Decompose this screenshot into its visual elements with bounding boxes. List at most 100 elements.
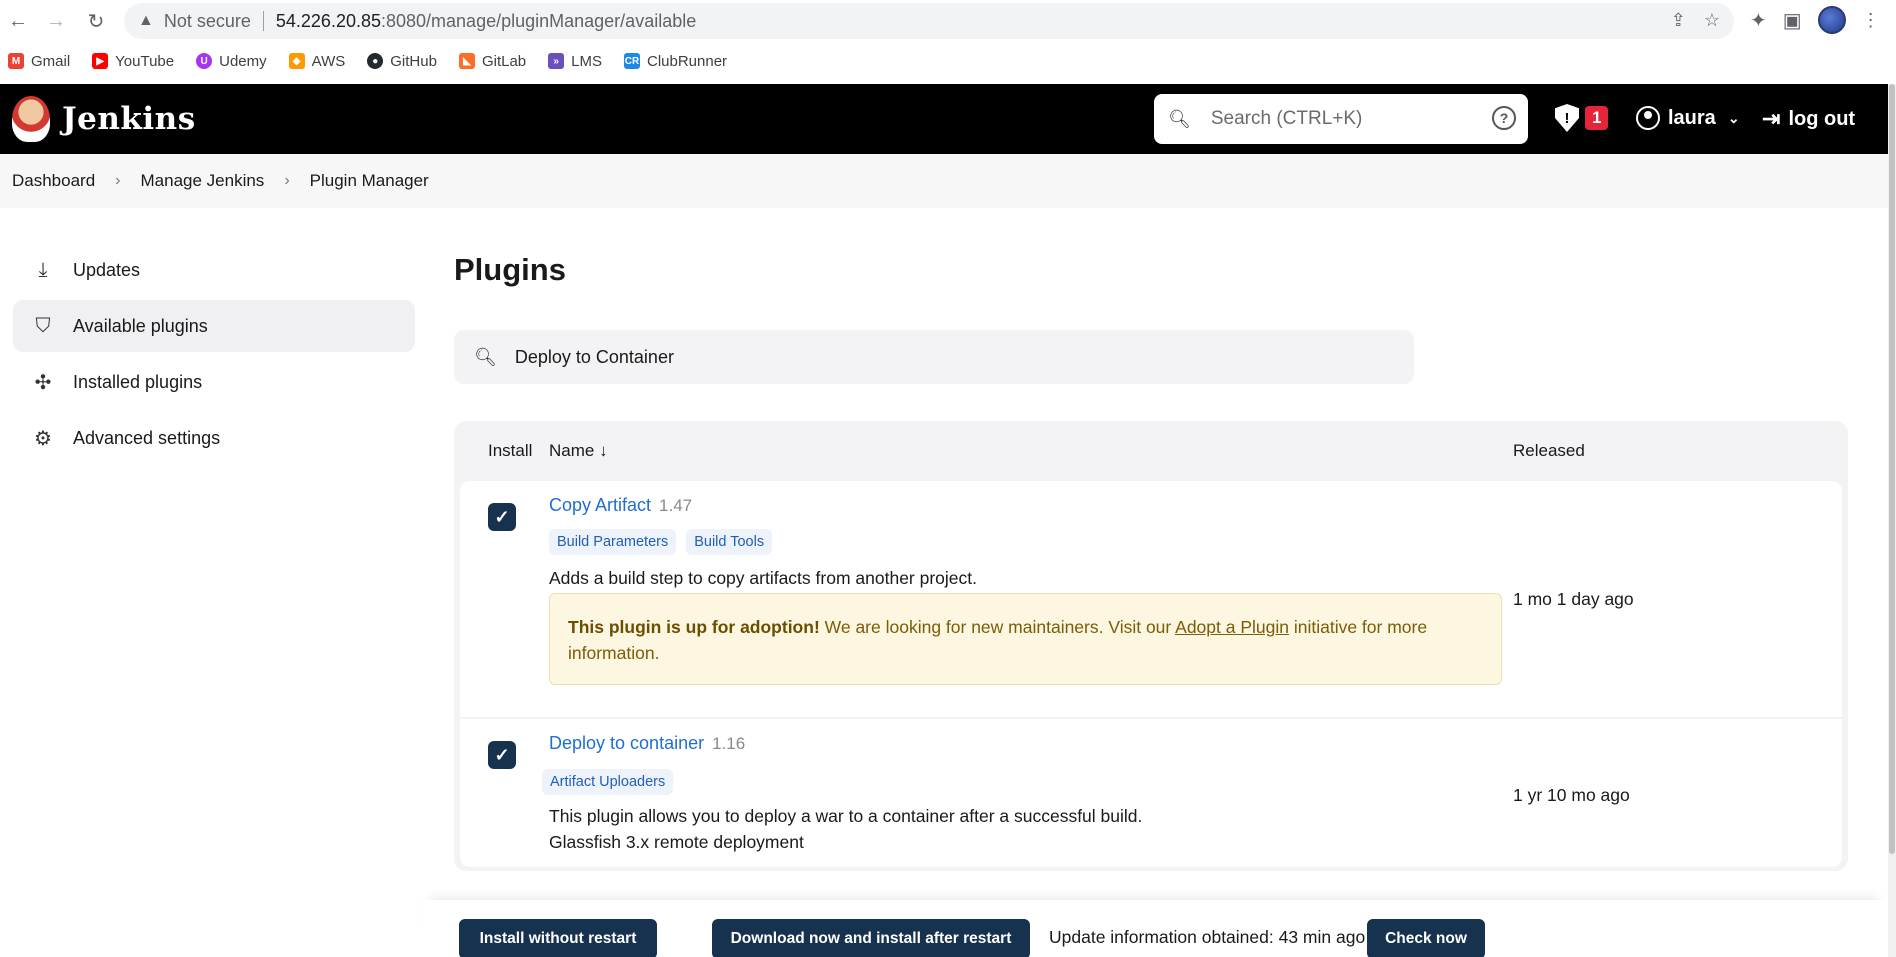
security-alert-button[interactable]: ! 1 <box>1555 104 1609 132</box>
breadcrumb-dashboard[interactable]: Dashboard <box>12 171 95 191</box>
user-icon <box>1636 106 1660 130</box>
plugin-filter-input[interactable]: 🔍︎ Deploy to Container <box>454 330 1414 384</box>
extensions-puzzle-icon[interactable]: ✦ <box>1750 8 1767 33</box>
shopping-bag-icon: ⛉ <box>35 314 51 337</box>
bookmark-youtube[interactable]: ▶ YouTube <box>92 53 174 70</box>
jenkins-logo-text: Jenkins <box>62 101 196 137</box>
logout-label: log out <box>1788 107 1856 130</box>
install-without-restart-button[interactable]: Install without restart <box>459 919 657 957</box>
security-label: Not secure <box>163 10 251 31</box>
column-header-released[interactable]: Released <box>1513 441 1585 461</box>
help-icon[interactable]: ? <box>1492 106 1516 130</box>
adoption-heading: This plugin is up for adoption! <box>568 617 820 637</box>
plugin-name-link[interactable]: Deploy to container 1.16 <box>549 733 745 754</box>
download-install-after-restart-button[interactable]: Download now and install after restart <box>712 919 1030 957</box>
reload-icon[interactable]: ↻ <box>78 3 114 39</box>
clubrunner-icon: CR <box>624 53 640 69</box>
sidebar-item-label: Updates <box>73 259 141 280</box>
released-date: 1 mo 1 day ago <box>1513 589 1634 609</box>
jenkins-home-link[interactable]: Jenkins <box>12 96 196 142</box>
adopt-a-plugin-link[interactable]: Adopt a Plugin <box>1175 617 1289 637</box>
adoption-notice: This plugin is up for adoption! We are l… <box>549 593 1502 685</box>
column-header-name[interactable]: Name ↓ <box>549 441 608 461</box>
bookmark-github[interactable]: ● GitHub <box>367 53 437 70</box>
search-placeholder: Search (CTRL+K) <box>1210 108 1363 129</box>
bookmark-lms[interactable]: » LMS <box>548 53 602 70</box>
plugin-description: This plugin allows you to deploy a war t… <box>549 806 1143 852</box>
sidebar-item-installed-plugins[interactable]: ✣ Installed plugins <box>13 356 415 408</box>
url-host: 54.226.20.85 <box>275 10 381 31</box>
plugins-table: Install Name ↓ Released ✓ Copy Artifact 1… <box>454 421 1848 871</box>
plugin-tags: Artifact Uploaders <box>542 769 674 795</box>
bookmark-star-icon[interactable]: ☆ <box>1704 10 1720 31</box>
filter-value: Deploy to Container <box>514 346 674 367</box>
bookmark-aws[interactable]: ◆ AWS <box>288 53 345 70</box>
search-box[interactable]: 🔍︎ Search (CTRL+K) ? <box>1154 94 1528 144</box>
shield-alert-icon: ! <box>1555 104 1579 132</box>
sidebar-item-label: Available plugins <box>73 315 208 336</box>
breadcrumb-manage-jenkins[interactable]: Manage Jenkins <box>141 171 265 191</box>
released-date: 1 yr 10 mo ago <box>1513 785 1630 805</box>
gmail-icon: M <box>8 53 24 69</box>
logout-icon: ⇥ <box>1762 106 1781 131</box>
forward-arrow-icon[interactable]: → <box>38 3 74 39</box>
plugin-version: 1.16 <box>712 734 746 753</box>
scrollbar-thumb[interactable] <box>1889 84 1895 854</box>
address-bar[interactable]: ▲ Not secure 54.226.20.85:8080/manage/pl… <box>124 3 1734 39</box>
jenkins-header: Jenkins 🔍︎ Search (CTRL+K) ? ! 1 laura ⌄… <box>0 84 1888 154</box>
puzzle-icon: ✣ <box>34 371 52 394</box>
bookmarks-bar: M Gmail ▶ YouTube U Udemy ◆ AWS ● GitHub ◣ Git… <box>0 42 1896 80</box>
logout-link[interactable]: ⇥ log out <box>1762 106 1855 132</box>
bottom-action-bar: Install without restart Download now and… <box>420 900 1888 957</box>
chevron-right-icon: › <box>115 172 121 189</box>
user-menu[interactable]: laura ⌄ <box>1636 106 1740 130</box>
adoption-text: We are looking for new maintainers. Visi… <box>819 617 1176 637</box>
search-icon: 🔍︎ <box>474 346 497 367</box>
category-tag[interactable]: Artifact Uploaders <box>542 769 674 795</box>
table-row: ✓ Copy Artifact 1.47 Build Parameters Bui… <box>460 481 1842 717</box>
bookmark-gitlab[interactable]: ◣ GitLab <box>458 53 526 70</box>
category-tag[interactable]: Build Parameters <box>549 529 677 555</box>
update-info-text: Update information obtained: 43 min ago <box>1049 927 1366 947</box>
github-icon: ● <box>367 53 384 69</box>
address-divider <box>262 11 264 31</box>
chevron-right-icon: › <box>284 172 290 189</box>
bookmark-clubrunner[interactable]: CR ClubRunner <box>624 53 727 70</box>
more-menu-icon[interactable]: ⋮ <box>1862 10 1880 31</box>
sidebar-item-available-plugins[interactable]: ⛉ Available plugins <box>13 300 415 352</box>
plugin-version: 1.47 <box>659 496 693 515</box>
plugin-description: Adds a build step to copy artifacts from… <box>549 568 977 588</box>
lms-icon: » <box>548 53 565 69</box>
url-path: :8080/manage/pluginManager/available <box>381 10 697 31</box>
check-now-button[interactable]: Check now <box>1367 919 1485 957</box>
jenkins-butler-logo <box>12 96 50 142</box>
breadcrumb-plugin-manager[interactable]: Plugin Manager <box>310 171 429 191</box>
breadcrumb: Dashboard › Manage Jenkins › Plugin Mana… <box>0 154 1888 208</box>
profile-avatar[interactable] <box>1817 6 1846 34</box>
bookmark-gmail[interactable]: M Gmail <box>8 53 70 70</box>
chevron-down-icon[interactable]: ⌄ <box>1728 110 1740 127</box>
category-tag[interactable]: Build Tools <box>686 529 773 555</box>
page-title: Plugins <box>454 252 566 287</box>
alert-count-badge: 1 <box>1585 106 1609 130</box>
share-icon[interactable]: ⇪ <box>1671 10 1686 31</box>
username: laura <box>1668 106 1716 129</box>
browser-toolbar: ← → ↻ ▲ Not secure 54.226.20.85:8080/man… <box>0 0 1896 42</box>
search-icon: 🔍︎ <box>1168 108 1191 129</box>
table-header: Install Name ↓ Released <box>460 421 1842 481</box>
plugin-name-link[interactable]: Copy Artifact 1.47 <box>549 495 692 516</box>
sidebar: ⤓ Updates ⛉ Available plugins ✣ Installe… <box>13 244 415 468</box>
column-header-install: Install <box>488 441 533 460</box>
youtube-icon: ▶ <box>92 53 109 69</box>
sidebar-item-advanced-settings[interactable]: ⚙ Advanced settings <box>13 412 415 464</box>
install-checkbox[interactable]: ✓ <box>488 503 516 531</box>
gear-icon: ⚙ <box>34 427 52 450</box>
warning-triangle-icon: ▲ <box>138 12 154 29</box>
back-arrow-icon[interactable]: ← <box>0 3 36 39</box>
bookmark-udemy[interactable]: U Udemy <box>196 53 267 70</box>
side-panel-icon[interactable]: ▣ <box>1783 8 1802 33</box>
sidebar-item-updates[interactable]: ⤓ Updates <box>13 244 415 296</box>
plugin-tags: Build Parameters Build Tools <box>549 529 773 555</box>
sidebar-item-label: Advanced settings <box>73 427 221 448</box>
install-checkbox[interactable]: ✓ <box>488 741 516 769</box>
